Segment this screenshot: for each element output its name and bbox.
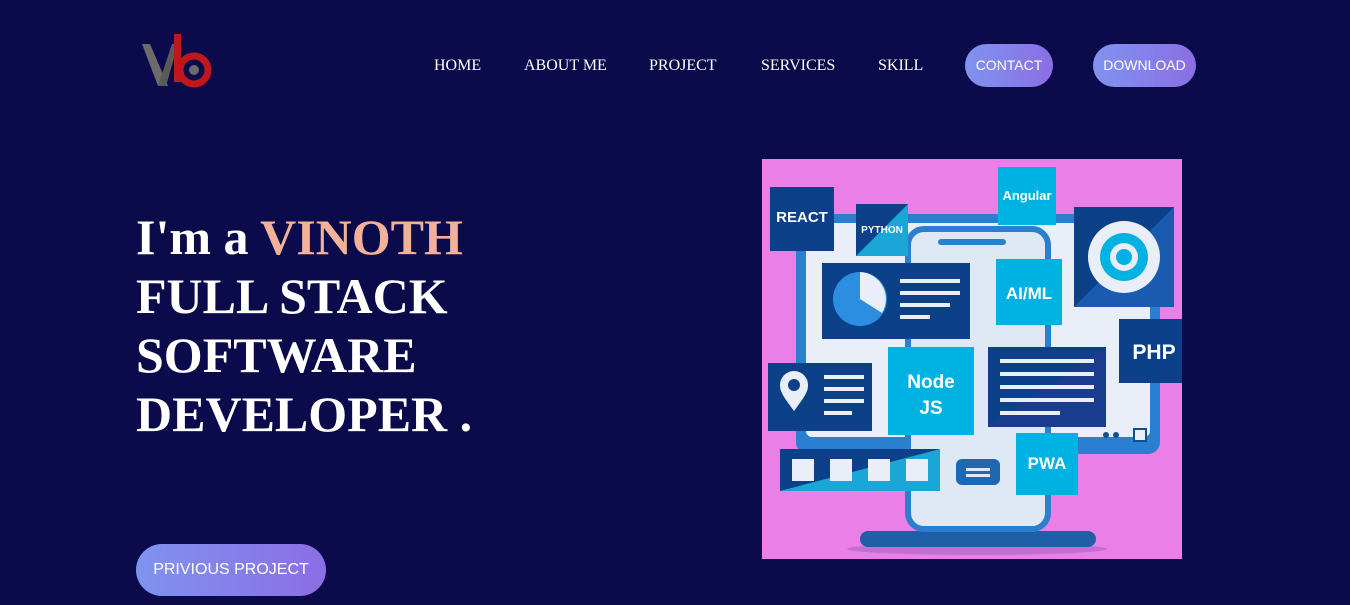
hero-name: VINOTH <box>260 209 463 265</box>
tag-pwa: PWA <box>1028 454 1067 473</box>
tech-stack-illustration: REACT PYTHON Angular AI/ML PHP Node JS P… <box>762 159 1182 559</box>
nav-services[interactable]: SERVICES <box>761 44 835 87</box>
hero-prefix: I'm a <box>136 209 261 265</box>
hero-heading: I'm a VINOTH FULL STACK SOFTWARE DEVELOP… <box>136 208 472 444</box>
main-nav: HOME ABOUT ME PROJECT SERVICES SKILL CON… <box>0 44 1350 87</box>
tag-ai-ml: AI/ML <box>1006 284 1052 303</box>
hero-line-3: SOFTWARE <box>136 327 417 383</box>
tag-js: JS <box>919 398 942 419</box>
nav-project[interactable]: PROJECT <box>649 44 717 87</box>
contact-button[interactable]: CONTACT <box>965 44 1053 87</box>
tag-python: PYTHON <box>861 225 903 236</box>
tag-php: PHP <box>1132 341 1175 364</box>
tag-node: Node <box>907 372 955 393</box>
nav-home[interactable]: HOME <box>434 44 481 87</box>
tag-angular: Angular <box>1002 188 1051 203</box>
hero-line-4: DEVELOPER . <box>136 386 473 442</box>
previous-project-button[interactable]: PRIVIOUS PROJECT <box>136 544 326 596</box>
nav-about-me[interactable]: ABOUT ME <box>524 44 607 87</box>
hero-line-2: FULL STACK <box>136 268 448 324</box>
nav-skill[interactable]: SKILL <box>878 44 923 87</box>
developer-monitor-illustration: REACT PYTHON Angular AI/ML PHP Node JS P… <box>768 167 1182 555</box>
download-button[interactable]: DOWNLOAD <box>1093 44 1196 87</box>
tag-react: REACT <box>776 209 828 226</box>
hero-line-1: I'm a VINOTH <box>136 208 472 267</box>
